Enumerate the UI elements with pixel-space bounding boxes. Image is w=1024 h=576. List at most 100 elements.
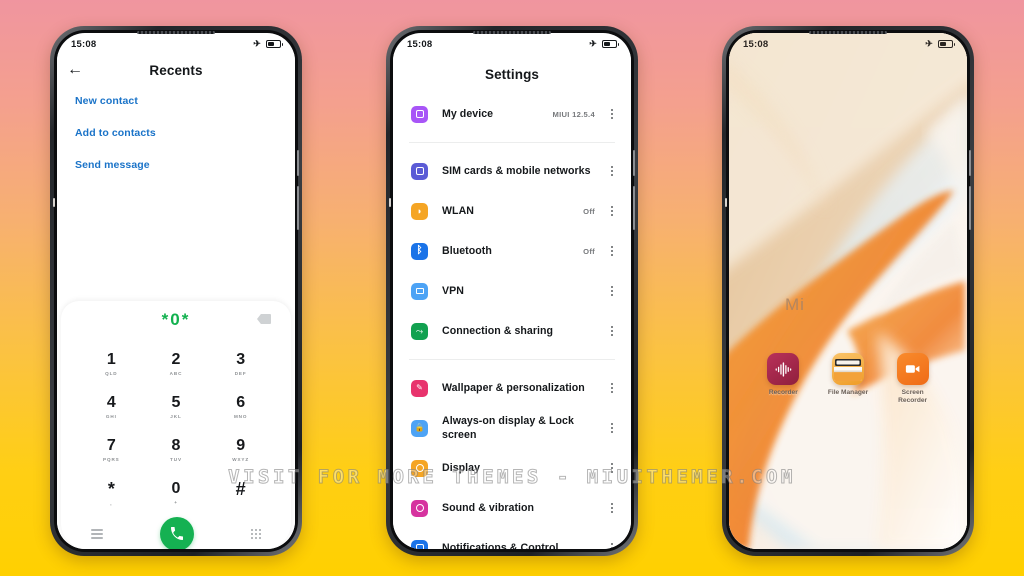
- status-icons: ✈: [253, 39, 283, 49]
- settings-item-my-device[interactable]: My device MIUI 12.5.4: [393, 94, 631, 134]
- key-letters: ,: [110, 501, 113, 506]
- key-digit: 1: [106, 351, 116, 368]
- key-0[interactable]: 0 +: [144, 472, 209, 515]
- volume-button: [633, 150, 635, 176]
- more-options-icon[interactable]: [607, 286, 617, 296]
- settings-item-wlan[interactable]: ◗ WLAN Off: [393, 191, 631, 231]
- backspace-icon[interactable]: [257, 314, 271, 324]
- airplane-mode-icon: ✈: [925, 38, 933, 48]
- phone-device-home: 15:08 ✈ Mi Recorder File Manager Screen …: [722, 26, 974, 556]
- key-6[interactable]: 6 MNO: [208, 386, 273, 429]
- bluetooth-icon: ᛒ: [411, 242, 428, 260]
- key-star[interactable]: *,: [79, 472, 144, 515]
- earpiece-speaker: [473, 31, 551, 34]
- more-options-icon[interactable]: [607, 246, 617, 256]
- app-screen-recorder[interactable]: Screen Recorder: [887, 353, 939, 405]
- settings-item-label: Wallpaper & personalization: [442, 382, 585, 394]
- settings-item-label: Sound & vibration: [442, 502, 535, 514]
- settings-item-notifications[interactable]: Notifications & Control: [393, 528, 631, 549]
- more-options-icon[interactable]: [607, 503, 617, 513]
- settings-item-value: MIUI 12.5.4: [552, 109, 595, 119]
- key-digit: 5: [171, 394, 181, 411]
- battery-icon: [938, 40, 955, 48]
- hamburger-menu-icon[interactable]: [91, 529, 103, 539]
- settings-item-label: Always-on display & Lock screen: [442, 415, 574, 441]
- file-manager-icon: [831, 353, 864, 385]
- key-4[interactable]: 4 GHI: [79, 386, 144, 429]
- dialer-keypad: 1 QLD 2 ABC 3 DEF 4 GHI 5 JKL 6 MNO 7 PQRS 8 TUV…: [61, 339, 291, 515]
- settings-item-label: Connection & sharing: [442, 325, 554, 337]
- more-options-icon[interactable]: [607, 326, 617, 336]
- app-file-manager[interactable]: File Manager: [822, 353, 874, 405]
- settings-item-always-on-display[interactable]: 🔒 Always-on display & Lock screen: [393, 408, 631, 448]
- side-accent: [389, 198, 391, 207]
- key-letters: WXYZ: [232, 457, 250, 462]
- page-title: Recents: [149, 62, 203, 78]
- app-label: File Manager: [827, 389, 869, 396]
- settings-item-value: Off: [583, 246, 595, 256]
- key-1[interactable]: 1 QLD: [79, 343, 144, 386]
- key-3[interactable]: 3 DEF: [208, 343, 273, 386]
- sound-icon: [411, 499, 428, 517]
- settings-item-sound-vibration[interactable]: Sound & vibration: [393, 488, 631, 528]
- more-options-icon[interactable]: [607, 109, 617, 119]
- key-digit: 3: [236, 351, 246, 368]
- more-options-icon[interactable]: [607, 463, 617, 473]
- recents-screen-body: ← Recents New contact Add to contacts Se…: [57, 53, 295, 549]
- wallpaper-stage: 15:08 ✈ ← Recents New contact Add to con…: [0, 0, 1024, 576]
- recents-header: ← Recents: [57, 53, 295, 87]
- home-screen-body: 15:08 ✈ Mi Recorder File Manager Screen …: [729, 33, 967, 549]
- phone1-screen: 15:08 ✈ ← Recents New contact Add to con…: [57, 33, 295, 549]
- more-options-icon[interactable]: [607, 166, 617, 176]
- dialer-action-row: [61, 517, 291, 549]
- dialer-number-row: *0*: [61, 301, 291, 339]
- status-bar-phone2: 15:08 ✈: [393, 33, 631, 53]
- status-icons: ✈: [925, 38, 955, 49]
- phone-call-icon[interactable]: [160, 517, 194, 549]
- app-recorder[interactable]: Recorder: [757, 353, 809, 405]
- key-9[interactable]: 9 WXYZ: [208, 429, 273, 472]
- link-add-to-contacts[interactable]: Add to contacts: [75, 127, 295, 139]
- key-letters: GHI: [105, 414, 117, 419]
- phone2-bezel: 15:08 ✈ Settings My device MIUI 12.5.4 S…: [389, 30, 635, 552]
- phone3-bezel: 15:08 ✈ Mi Recorder File Manager Screen …: [725, 30, 971, 552]
- notifications-icon: [411, 539, 428, 549]
- key-hash[interactable]: #: [208, 472, 273, 515]
- key-2[interactable]: 2 ABC: [144, 343, 209, 386]
- more-options-icon[interactable]: [607, 206, 617, 216]
- settings-item-label: My device: [442, 108, 494, 120]
- volume-button: [297, 150, 299, 176]
- key-8[interactable]: 8 TUV: [144, 429, 209, 472]
- earpiece-speaker: [809, 31, 887, 34]
- link-send-message[interactable]: Send message: [75, 159, 295, 171]
- settings-item-display[interactable]: Display: [393, 448, 631, 488]
- key-letters: JKL: [170, 414, 182, 419]
- divider: [409, 142, 615, 143]
- status-icons: ✈: [589, 39, 619, 49]
- key-7[interactable]: 7 PQRS: [79, 429, 144, 472]
- key-digit: #: [235, 479, 246, 499]
- sim-card-icon: [411, 162, 428, 180]
- settings-item-sim-cards[interactable]: SIM cards & mobile networks: [393, 151, 631, 191]
- dialer-panel: *0* 1 QLD 2 ABC 3 DEF 4 GHI 5 JKL 6 MNO 7 PQRS …: [61, 301, 291, 549]
- more-options-icon[interactable]: [607, 423, 617, 433]
- settings-item-vpn[interactable]: VPN: [393, 271, 631, 311]
- lock-icon: 🔒: [411, 419, 428, 437]
- status-time: 15:08: [71, 38, 97, 50]
- status-bar-phone1: 15:08 ✈: [57, 33, 295, 53]
- settings-item-wallpaper[interactable]: ✎ Wallpaper & personalization: [393, 368, 631, 408]
- link-new-contact[interactable]: New contact: [75, 95, 295, 107]
- more-options-icon[interactable]: [607, 543, 617, 549]
- key-digit: 8: [171, 437, 181, 454]
- more-options-icon[interactable]: [607, 383, 617, 393]
- home-app-row: Recorder File Manager Screen Recorder: [729, 353, 967, 405]
- voice-recorder-icon: [767, 353, 800, 385]
- key-letters: MNO: [233, 414, 248, 419]
- settings-item-label: Bluetooth: [442, 245, 492, 257]
- side-accent: [725, 198, 727, 207]
- settings-item-bluetooth[interactable]: ᛒ Bluetooth Off: [393, 231, 631, 271]
- settings-item-connection-sharing[interactable]: ⤳ Connection & sharing: [393, 311, 631, 351]
- key-5[interactable]: 5 JKL: [144, 386, 209, 429]
- key-digit: 0: [171, 480, 181, 497]
- keypad-dots-icon[interactable]: [251, 529, 261, 539]
